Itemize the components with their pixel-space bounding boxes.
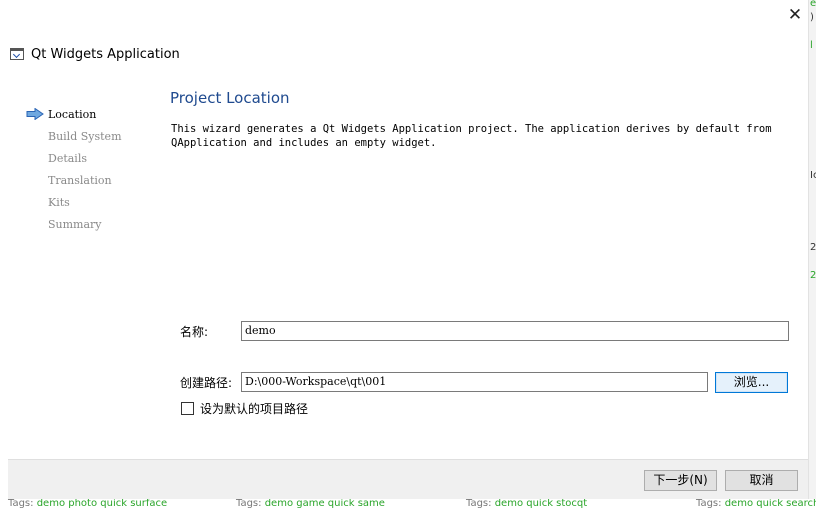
- background-fragment: 2: [810, 270, 816, 281]
- wizard-steps: Location Build System Details Translatio…: [24, 103, 164, 235]
- page-description: This wizard generates a Qt Widgets Appli…: [171, 122, 791, 150]
- background-tags-strip: Tags: demo photo quick surface Tags: dem…: [0, 499, 816, 508]
- background-fragment: 2: [810, 242, 816, 253]
- current-step-arrow-icon: [26, 108, 44, 120]
- project-path-input[interactable]: D:\000-Workspace\qt\001: [241, 372, 708, 392]
- background-tag: Tags: demo quick stocqt: [466, 499, 588, 508]
- step-kits: Kits: [24, 191, 164, 213]
- background-tag: Tags: demo game quick same: [236, 499, 385, 508]
- step-summary: Summary: [24, 213, 164, 235]
- page-title: Project Location: [170, 89, 290, 107]
- step-location: Location: [24, 103, 164, 125]
- wizard-header: Qt Widgets Application: [8, 44, 180, 64]
- close-icon: ✕: [787, 5, 803, 25]
- background-fragment: ): [810, 12, 814, 23]
- default-path-option[interactable]: 设为默认的项目路径: [181, 399, 308, 417]
- close-button[interactable]: ✕: [784, 4, 806, 26]
- browse-button[interactable]: 浏览...: [715, 372, 788, 393]
- background-fragment: Ic: [810, 170, 816, 181]
- background-tag: Tags: demo photo quick surface: [8, 499, 168, 508]
- description-line: This wizard generates a Qt Widgets Appli…: [171, 123, 772, 135]
- next-button[interactable]: 下一步(N): [644, 470, 717, 491]
- step-details: Details: [24, 147, 164, 169]
- default-path-checkbox[interactable]: [181, 401, 194, 415]
- step-label: Summary: [48, 217, 102, 231]
- new-project-wizard: ✕ Qt Widgets Application Location Build …: [8, 0, 808, 499]
- step-label: Build System: [48, 129, 122, 143]
- wizard-footer: 下一步(N) 取消: [8, 459, 808, 499]
- step-label: Kits: [48, 195, 70, 209]
- step-build-system: Build System: [24, 125, 164, 147]
- project-name-input[interactable]: demo: [241, 321, 789, 341]
- qt-application-icon: [10, 48, 24, 60]
- background-tag: Tags: demo quick search: [696, 499, 816, 508]
- step-label: Location: [48, 107, 97, 121]
- background-fragment: l: [810, 40, 813, 51]
- path-label: 创建路径:: [180, 376, 233, 390]
- name-label: 名称:: [180, 325, 209, 339]
- description-line: QApplication and includes an empty widge…: [171, 137, 437, 149]
- step-label: Translation: [48, 173, 112, 187]
- default-path-label: 设为默认的项目路径: [200, 401, 309, 416]
- step-translation: Translation: [24, 169, 164, 191]
- background-fragment: e: [810, 0, 816, 9]
- cancel-button[interactable]: 取消: [725, 470, 798, 491]
- wizard-title: Qt Widgets Application: [31, 46, 180, 62]
- background-window-edge: e ) l Ic 2 2: [808, 0, 816, 508]
- step-label: Details: [48, 151, 87, 165]
